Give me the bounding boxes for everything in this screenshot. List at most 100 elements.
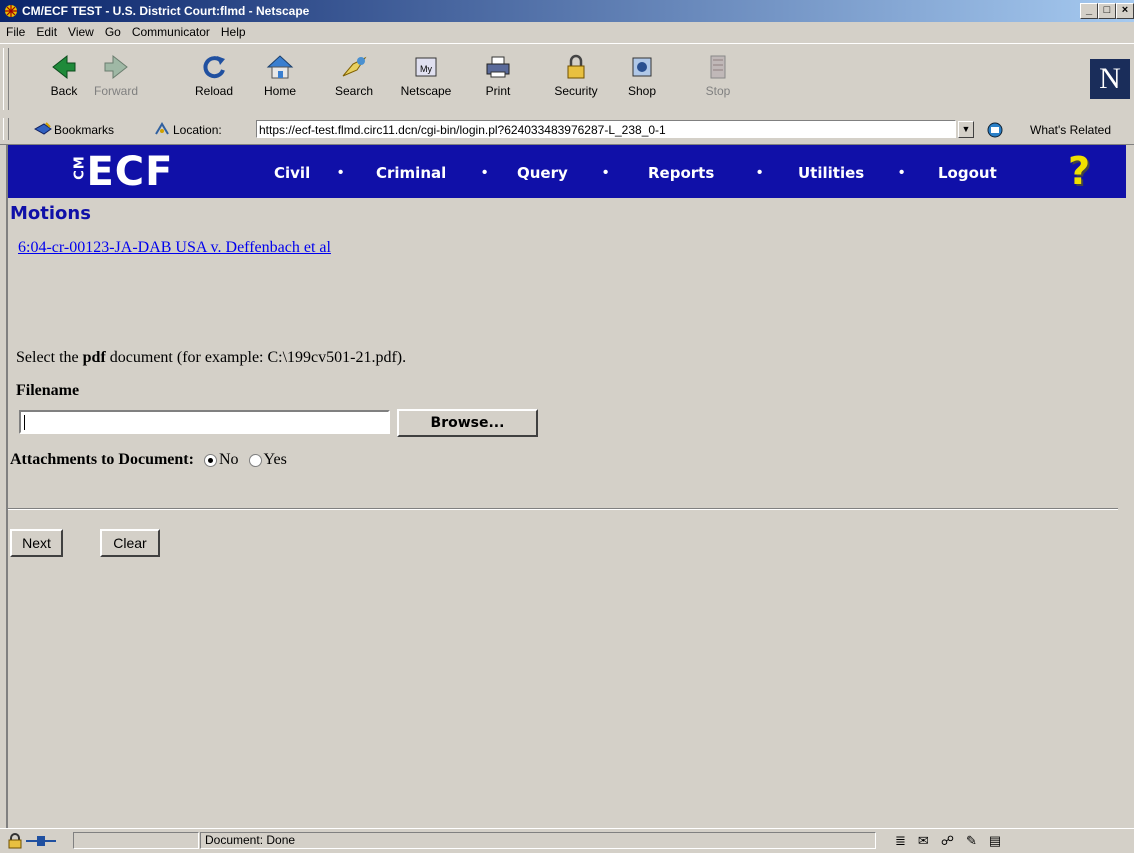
composer-icon[interactable]: ✎ — [966, 833, 989, 848]
nav-separator: • — [899, 164, 905, 181]
home-icon — [266, 55, 294, 79]
ecf-header: CMECF Civil • Criminal • Query • Reports… — [8, 145, 1126, 198]
bookmarks-button[interactable]: Bookmarks — [54, 123, 114, 137]
toolbar-grip[interactable] — [3, 48, 9, 110]
back-arrow-icon — [52, 54, 76, 80]
attach-yes-label: Yes — [263, 451, 287, 468]
instruction-text: Select the pdf document (for example: C:… — [16, 349, 406, 367]
nav-query[interactable]: Query — [517, 164, 568, 182]
my-netscape-icon: My — [415, 57, 437, 77]
back-button[interactable]: Back — [36, 50, 92, 108]
mail-icon[interactable]: ✉ — [918, 833, 941, 848]
attachments-row: Attachments to Document: No Yes — [10, 451, 287, 469]
minimize-button[interactable]: _ — [1080, 3, 1098, 19]
bookmarks-icon — [34, 122, 52, 135]
menu-view[interactable]: View — [62, 22, 99, 39]
menu-bar: File Edit View Go Communicator Help — [0, 22, 1134, 42]
divider — [8, 508, 1118, 510]
menu-file[interactable]: File — [0, 22, 30, 39]
instruction-bold: pdf — [82, 349, 106, 366]
menu-help[interactable]: Help — [215, 22, 251, 39]
page-content: Motions 6:04-cr-00123-JA-DAB USA v. Deff… — [8, 198, 1126, 828]
forward-label: Forward — [93, 84, 138, 98]
next-button[interactable]: Next — [10, 529, 63, 557]
netscape-label: Netscape — [400, 84, 452, 98]
url-field[interactable]: https://ecf-test.flmd.circ11.dcn/cgi-bin… — [256, 120, 956, 138]
browse-button[interactable]: Browse... — [397, 409, 538, 437]
navigation-toolbar: Back Forward Reload Home Search My Netsc… — [0, 43, 1134, 117]
title-bar: CM/ECF TEST - U.S. District Court:flmd -… — [0, 0, 1134, 22]
search-button[interactable]: Search — [326, 50, 382, 108]
whats-related-icon — [987, 122, 1003, 138]
security-lock-icon[interactable] — [8, 833, 22, 849]
location-icon — [155, 122, 169, 135]
clear-button[interactable]: Clear — [100, 529, 160, 557]
nav-separator: • — [338, 164, 344, 181]
print-label: Print — [485, 84, 511, 98]
menu-edit[interactable]: Edit — [30, 22, 62, 39]
nav-civil[interactable]: Civil — [274, 164, 310, 182]
netscape-logo: N — [1090, 59, 1130, 99]
home-button[interactable]: Home — [252, 50, 308, 108]
cm-logo-prefix: CM — [72, 155, 88, 180]
nav-reports[interactable]: Reports — [648, 164, 714, 182]
menu-go[interactable]: Go — [99, 22, 126, 39]
shop-label: Shop — [627, 84, 657, 98]
shop-button[interactable]: Shop — [614, 50, 670, 108]
window-title: CM/ECF TEST - U.S. District Court:flmd -… — [22, 4, 310, 18]
reload-icon — [203, 56, 225, 79]
component-bar: ≣✉☍✎▤ — [895, 833, 1013, 849]
reload-button[interactable]: Reload — [186, 50, 242, 108]
padlock-icon — [567, 54, 585, 79]
location-grip[interactable] — [3, 118, 9, 140]
netscape-button[interactable]: My Netscape — [398, 50, 454, 108]
nav-logout[interactable]: Logout — [938, 164, 997, 182]
svg-text:My: My — [420, 64, 432, 74]
forward-button[interactable]: Forward — [88, 50, 144, 108]
status-text: Document: Done — [200, 832, 876, 849]
stop-label: Stop — [705, 84, 731, 98]
shop-icon — [632, 57, 652, 77]
security-label: Security — [554, 84, 598, 98]
back-label: Back — [50, 84, 78, 98]
addressbook-icon[interactable]: ▤ — [989, 833, 1013, 848]
url-dropdown-button[interactable]: ▼ — [958, 121, 974, 138]
cm-ecf-logo: CMECF — [68, 149, 174, 195]
browser-window: CM/ECF TEST - U.S. District Court:flmd -… — [0, 0, 1134, 853]
nav-utilities[interactable]: Utilities — [798, 164, 864, 182]
instruction-pre: Select the — [16, 349, 83, 366]
attach-no-radio[interactable] — [203, 453, 217, 467]
nav-separator: • — [482, 164, 488, 181]
help-question-icon[interactable]: ? — [1068, 149, 1090, 193]
menu-communicator[interactable]: Communicator — [126, 22, 215, 39]
connection-status-icon — [26, 836, 56, 846]
location-toolbar: Bookmarks Location: https://ecf-test.flm… — [0, 116, 1134, 145]
page-title: Motions — [10, 203, 91, 224]
nav-separator: • — [603, 164, 609, 181]
filename-label: Filename — [16, 382, 80, 399]
progress-cell — [73, 832, 199, 849]
case-link[interactable]: 6:04-cr-00123-JA-DAB USA v. Deffenbach e… — [18, 239, 331, 257]
maximize-button[interactable]: □ — [1098, 3, 1116, 19]
search-icon — [342, 56, 367, 77]
forward-arrow-icon — [104, 54, 128, 80]
filename-input[interactable] — [19, 410, 390, 434]
stop-button[interactable]: Stop — [690, 50, 746, 108]
security-button[interactable]: Security — [548, 50, 604, 108]
stop-icon — [710, 55, 726, 79]
attach-no-label: No — [218, 451, 239, 468]
netscape-app-icon — [5, 5, 17, 17]
attach-yes-radio[interactable] — [248, 453, 262, 467]
home-label: Home — [263, 84, 296, 98]
nav-criminal[interactable]: Criminal — [376, 164, 446, 182]
search-label: Search — [334, 84, 374, 98]
close-button[interactable]: × — [1116, 3, 1134, 19]
newsgroups-icon[interactable]: ☍ — [941, 833, 966, 848]
ecf-logo-text: ECF — [86, 149, 174, 195]
navigator-icon[interactable]: ≣ — [895, 833, 918, 848]
printer-icon — [486, 56, 510, 78]
status-bar: Document: Done ≣✉☍✎▤ — [0, 828, 1134, 853]
whats-related-button[interactable]: What's Related — [1030, 123, 1111, 137]
print-button[interactable]: Print — [470, 50, 526, 108]
text-caret — [24, 415, 25, 430]
